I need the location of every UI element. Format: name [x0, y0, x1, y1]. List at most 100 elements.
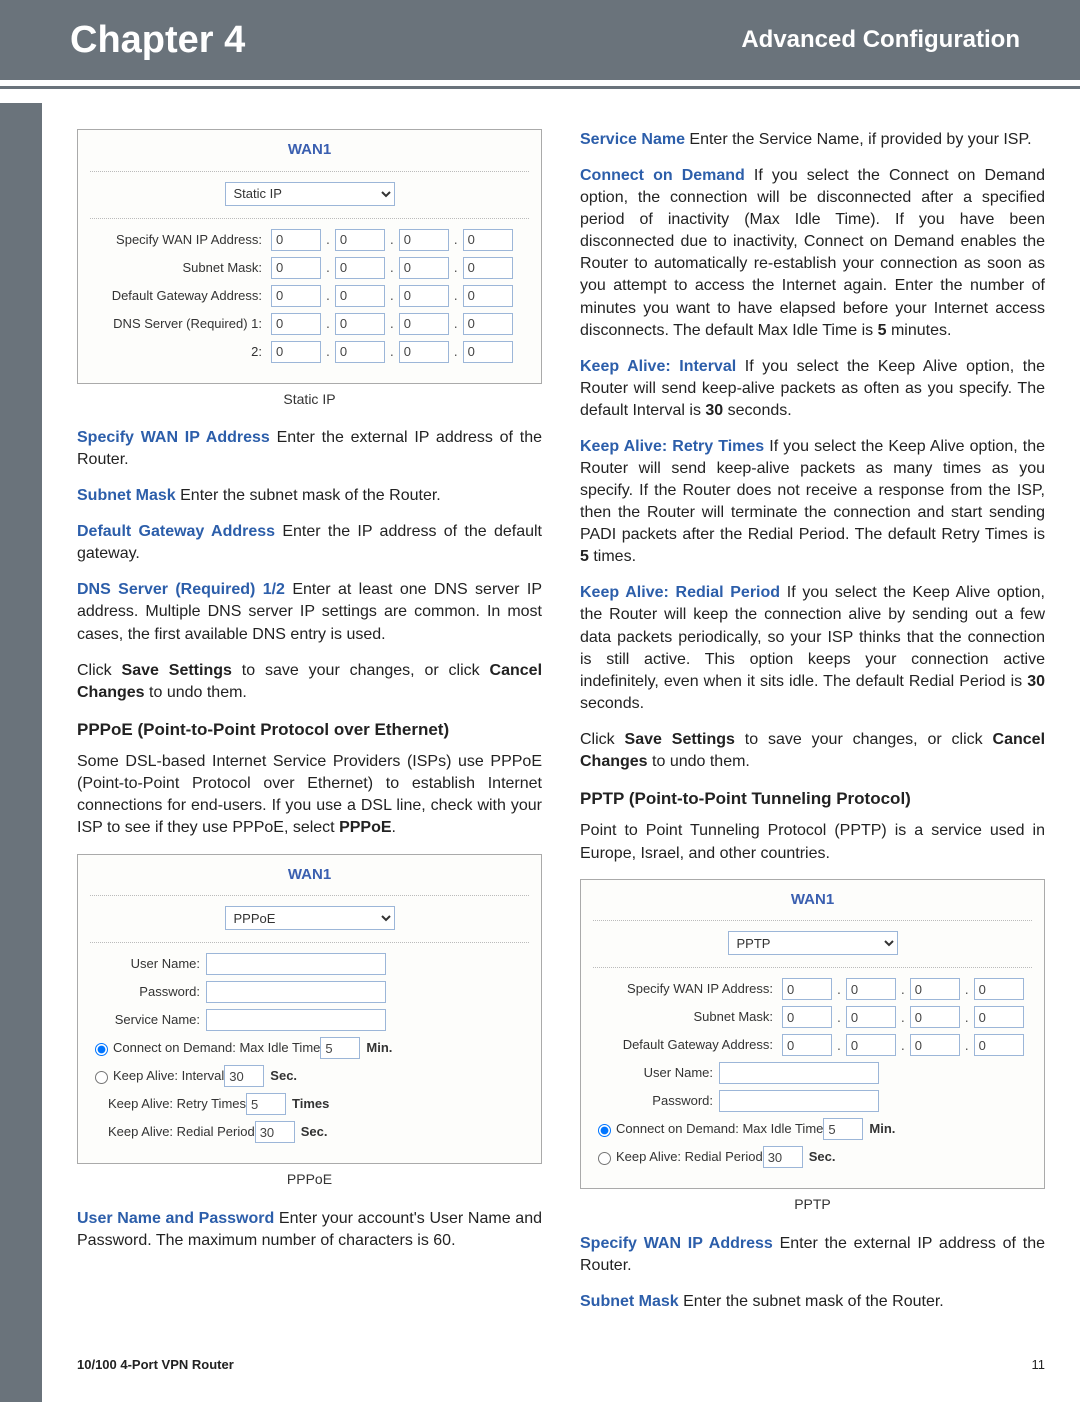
ip-octet-input[interactable]: [910, 978, 960, 1000]
unit: Min.: [366, 1039, 392, 1057]
retry-times-input[interactable]: [246, 1093, 286, 1115]
body-text: seconds.: [580, 695, 644, 712]
bold-text: Save Settings: [122, 662, 232, 679]
ip-octet-input[interactable]: [271, 229, 321, 251]
ip-octet-input[interactable]: [910, 1006, 960, 1028]
body-text: Point to Point Tunneling Protocol (PPTP)…: [580, 820, 1045, 864]
unit: Sec.: [809, 1148, 836, 1166]
body-text: Click: [580, 731, 625, 748]
ip-octet-input[interactable]: [974, 978, 1024, 1000]
ip-octet-input[interactable]: [399, 313, 449, 335]
max-idle-input[interactable]: [823, 1118, 863, 1140]
bold-text: 5: [878, 322, 887, 339]
ip-octet-input[interactable]: [271, 257, 321, 279]
label: Subnet Mask:: [90, 259, 268, 277]
label: Keep Alive: Retry Times: [108, 1095, 246, 1113]
max-idle-input[interactable]: [320, 1037, 360, 1059]
banner: Chapter 4 Advanced Configuration: [0, 0, 1080, 80]
service-name-input[interactable]: [206, 1009, 386, 1031]
label: Default Gateway Address:: [593, 1036, 779, 1054]
label: Keep Alive: Redial Period: [108, 1123, 255, 1141]
left-column: WAN1 Static IP Specify WAN IP Address:..…: [77, 129, 542, 1327]
connect-on-demand-radio[interactable]: [95, 1043, 108, 1056]
term: Keep Alive: Redial Period: [580, 584, 780, 601]
term: Connect on Demand: [580, 167, 745, 184]
ip-octet-input[interactable]: [271, 285, 321, 307]
label: DNS Server (Required) 1:: [90, 315, 268, 333]
label: Service Name:: [90, 1011, 206, 1029]
ip-octet-input[interactable]: [782, 978, 832, 1000]
username-input[interactable]: [719, 1062, 879, 1084]
body-text: If you select the Connect on Demand opti…: [580, 167, 1045, 339]
term: Service Name: [580, 131, 685, 148]
ip-octet-input[interactable]: [399, 341, 449, 363]
ip-octet-input[interactable]: [782, 1034, 832, 1056]
label: Connect on Demand: Max Idle Time: [616, 1120, 823, 1138]
redial-period-input[interactable]: [255, 1121, 295, 1143]
ip-octet-input[interactable]: [335, 229, 385, 251]
ip-octet-input[interactable]: [399, 257, 449, 279]
label: Keep Alive: Redial Period: [616, 1148, 763, 1166]
keep-alive-radio[interactable]: [95, 1071, 108, 1084]
ip-octet-input[interactable]: [335, 257, 385, 279]
label: Keep Alive: Interval: [113, 1067, 224, 1085]
term: Default Gateway Address: [77, 523, 275, 540]
ip-octet-input[interactable]: [335, 341, 385, 363]
ip-octet-input[interactable]: [974, 1034, 1024, 1056]
ip-octet-input[interactable]: [846, 978, 896, 1000]
wan-type-select[interactable]: PPTP: [728, 931, 898, 955]
interval-input[interactable]: [224, 1065, 264, 1087]
term: Keep Alive: Retry Times: [580, 438, 764, 455]
footer: 10/100 4-Port VPN Router 11: [77, 1357, 1045, 1372]
body-text: .: [392, 819, 396, 836]
ip-octet-input[interactable]: [782, 1006, 832, 1028]
screenshot-static-ip: WAN1 Static IP Specify WAN IP Address:..…: [77, 129, 542, 384]
ip-octet-input[interactable]: [271, 313, 321, 335]
panel-title: WAN1: [90, 140, 529, 161]
body-text: times.: [589, 548, 636, 565]
unit: Min.: [869, 1120, 895, 1138]
ip-octet-input[interactable]: [399, 285, 449, 307]
ip-octet-input[interactable]: [846, 1006, 896, 1028]
caption-static-ip: Static IP: [77, 390, 542, 409]
page-number: 11: [1032, 1357, 1046, 1372]
body-text: to save your changes, or click: [232, 662, 490, 679]
ip-octet-input[interactable]: [335, 313, 385, 335]
heading-pptp: PPTP (Point-to-Point Tunneling Protocol): [580, 787, 1045, 810]
password-input[interactable]: [719, 1090, 879, 1112]
bold-text: Save Settings: [625, 731, 735, 748]
bold-text: 30: [1027, 673, 1045, 690]
caption-pptp: PPTP: [580, 1195, 1045, 1214]
username-input[interactable]: [206, 953, 386, 975]
bold-text: 5: [580, 548, 589, 565]
left-margin-bar: [0, 103, 42, 1402]
ip-octet-input[interactable]: [846, 1034, 896, 1056]
bold-text: PPPoE: [339, 819, 391, 836]
ip-octet-input[interactable]: [463, 313, 513, 335]
wan-type-select[interactable]: Static IP: [225, 182, 395, 206]
redial-period-input[interactable]: [763, 1146, 803, 1168]
unit: Sec.: [301, 1123, 328, 1141]
label: Default Gateway Address:: [90, 287, 268, 305]
ip-octet-input[interactable]: [910, 1034, 960, 1056]
ip-octet-input[interactable]: [271, 341, 321, 363]
ip-octet-input[interactable]: [463, 229, 513, 251]
ip-octet-input[interactable]: [399, 229, 449, 251]
ip-octet-input[interactable]: [463, 341, 513, 363]
connect-on-demand-radio[interactable]: [598, 1124, 611, 1137]
footer-left: 10/100 4-Port VPN Router: [77, 1357, 234, 1372]
body-text: seconds.: [723, 402, 791, 419]
password-input[interactable]: [206, 981, 386, 1003]
unit: Sec.: [270, 1067, 297, 1085]
right-column: Service Name Enter the Service Name, if …: [580, 129, 1045, 1327]
ip-octet-input[interactable]: [463, 285, 513, 307]
ip-octet-input[interactable]: [974, 1006, 1024, 1028]
label: Specify WAN IP Address:: [593, 980, 779, 998]
body-text: Click: [77, 662, 122, 679]
ip-octet-input[interactable]: [335, 285, 385, 307]
keep-alive-radio[interactable]: [598, 1152, 611, 1165]
term: Specify WAN IP Address: [77, 429, 270, 446]
ip-octet-input[interactable]: [463, 257, 513, 279]
wan-type-select[interactable]: PPPoE: [225, 906, 395, 930]
label: User Name:: [593, 1064, 719, 1082]
